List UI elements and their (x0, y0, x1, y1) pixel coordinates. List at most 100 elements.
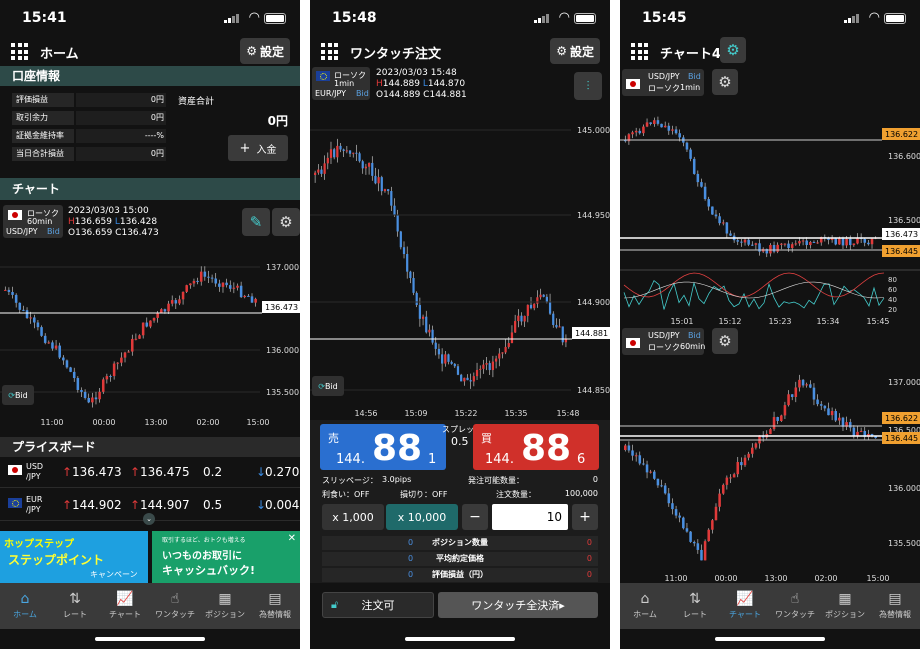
bid-toggle[interactable]: ⟳ Bid (312, 376, 344, 396)
menu-grid-icon[interactable] (11, 43, 28, 60)
candle-body (326, 157, 329, 164)
layout-settings-button[interactable]: ⚙ (720, 37, 746, 63)
edit-button[interactable]: ✎ (242, 208, 270, 236)
order-enabled-toggle[interactable]: 🔓︎ 注文可 (322, 592, 434, 618)
candle-body (552, 313, 555, 325)
settings-button[interactable]: ⚙ 設定 (550, 38, 600, 64)
take-profit-toggle[interactable]: 利食い：OFF (322, 489, 370, 500)
chevron-down-icon[interactable]: ⌄ (143, 513, 155, 525)
candle-body (65, 360, 69, 368)
qty-increment[interactable]: + (572, 504, 598, 530)
osc-label: 80 (888, 276, 897, 284)
candle-body (207, 276, 210, 278)
chart2-candlestick[interactable]: 137.000136.500136.000135.500136.622136.4… (620, 360, 920, 583)
tab-0[interactable]: ⌂ ホーム (0, 589, 50, 620)
candle-body (852, 427, 856, 436)
deposit-button[interactable]: + 入金 (228, 135, 288, 161)
tab-2[interactable]: 📈 チャート (100, 589, 150, 620)
candle-body (466, 377, 469, 381)
candle-body (479, 368, 482, 371)
orderable-value: 0 (592, 475, 598, 484)
spread: 0.2 (203, 465, 223, 479)
chart1-candlestick[interactable]: 136.600 136.500 136.622 136.473 136.445 80 60 4… (620, 100, 920, 325)
candle-body (402, 247, 406, 255)
ad-banner[interactable]: ホップステップ ステップポイント キャンペーン 取引するほど、おトクも増える い… (0, 531, 300, 583)
multiplier-10000[interactable]: x 10,000 (386, 504, 458, 530)
qty-max: 100,000 (564, 489, 598, 498)
qty-input[interactable]: 10 (492, 504, 568, 530)
stop-loss-toggle[interactable]: 損切り：OFF (400, 489, 448, 500)
home-indicator (405, 637, 515, 641)
chart-toggle-button[interactable]: ⫶ (574, 72, 602, 100)
tab-1[interactable]: ⇅ レート (670, 589, 720, 620)
page-title: ホーム (40, 47, 79, 62)
candle-body (232, 287, 236, 289)
wifi-icon: ◠ (558, 10, 570, 25)
candle-body (809, 241, 812, 246)
chart1-symbol-selector[interactable]: USD/JPY Bid ローソク 1min (622, 69, 704, 96)
qty-decrement[interactable]: − (462, 504, 488, 530)
tab-5[interactable]: ▤ 為替情報 (870, 589, 920, 620)
close-all-button[interactable]: ワンタッチ全決済 ▸ (438, 592, 598, 618)
candle-body (517, 315, 520, 322)
candle-body (29, 317, 32, 319)
chart-settings-button[interactable]: ⚙ (272, 208, 300, 236)
ad-right[interactable]: 取引するほど、おトクも増える いつものお取引に キャッシュバック! (152, 531, 300, 583)
tab-4[interactable]: ▦ ポジション (200, 589, 250, 620)
candle-body (418, 305, 421, 319)
candle-body (523, 315, 526, 322)
candle-body (714, 214, 718, 217)
candle-body (721, 222, 725, 224)
tab-icon: ⇅ (69, 591, 81, 607)
chart1-settings-button[interactable]: ⚙ (712, 69, 738, 95)
candlestick-chart[interactable]: 137.000136.500136.000135.500136.47311:00… (0, 245, 300, 435)
candle-body (116, 362, 120, 364)
tab-icon: ⇅ (689, 591, 701, 607)
candle-body (498, 353, 501, 359)
candle-body (772, 245, 776, 252)
tab-2[interactable]: 📈 チャート (720, 589, 770, 620)
candlestick-chart[interactable]: 145.000 144.950 144.900 144.850 144.881 14:56… (310, 105, 610, 420)
symbol-selector[interactable]: ローソク 1min EUR/JPY Bid (312, 67, 370, 100)
chart2-settings-button[interactable]: ⚙ (712, 328, 738, 354)
ad-left[interactable]: ホップステップ ステップポイント キャンペーン (0, 531, 148, 583)
bid-toggle[interactable]: ⟳ Bid (2, 385, 34, 405)
menu-grid-icon[interactable] (321, 43, 338, 60)
price-label: 135.500 (266, 388, 299, 397)
candle-body (80, 389, 83, 392)
candle-body (83, 391, 87, 398)
tab-1[interactable]: ⇅ レート (50, 589, 100, 620)
candle-body (156, 312, 159, 318)
price-label: 137.000 (266, 263, 299, 272)
tab-5[interactable]: ▤ 為替情報 (250, 589, 300, 620)
candle-body (700, 182, 703, 187)
chart2-symbol-selector[interactable]: USD/JPY Bid ローソク 60min (622, 328, 705, 355)
price-tag-text: 136.473 (885, 230, 918, 239)
menu-grid-icon[interactable] (631, 43, 648, 60)
candle-body (721, 484, 725, 494)
signal-icon (224, 13, 239, 23)
tab-0[interactable]: ⌂ ホーム (620, 589, 670, 620)
candle-body (848, 422, 852, 428)
candle-body (22, 309, 25, 311)
time-label: 15:45 (866, 317, 889, 325)
close-icon[interactable]: ✕ (288, 533, 296, 544)
candle-body (218, 283, 221, 287)
candle-body (834, 411, 837, 421)
candle-body (185, 285, 188, 292)
tab-4[interactable]: ▦ ポジション (820, 589, 870, 620)
candle-body (504, 346, 507, 353)
multiplier-1000[interactable]: x 1,000 (322, 504, 384, 530)
settings-button[interactable]: ⚙ 設定 (240, 38, 290, 64)
candle-body (845, 238, 848, 246)
symbol-selector[interactable]: ローソク 60min USD/JPY Bid (3, 205, 63, 238)
tab-3[interactable]: ☝ ワンタッチ (770, 589, 820, 620)
candle-body (653, 471, 656, 479)
buy-button[interactable]: 買 144. 88 6 (473, 424, 599, 470)
tab-3[interactable]: ☝ ワンタッチ (150, 589, 200, 620)
candle-body (631, 132, 634, 135)
priceboard-row[interactable]: USD /JPY ↑ 136.473 ↑ 136.475 0.2 ↓ 0.270 (0, 458, 300, 488)
candle-body (14, 294, 18, 303)
candle-body (149, 320, 152, 327)
sell-button[interactable]: 売 144. 88 1 (320, 424, 446, 470)
